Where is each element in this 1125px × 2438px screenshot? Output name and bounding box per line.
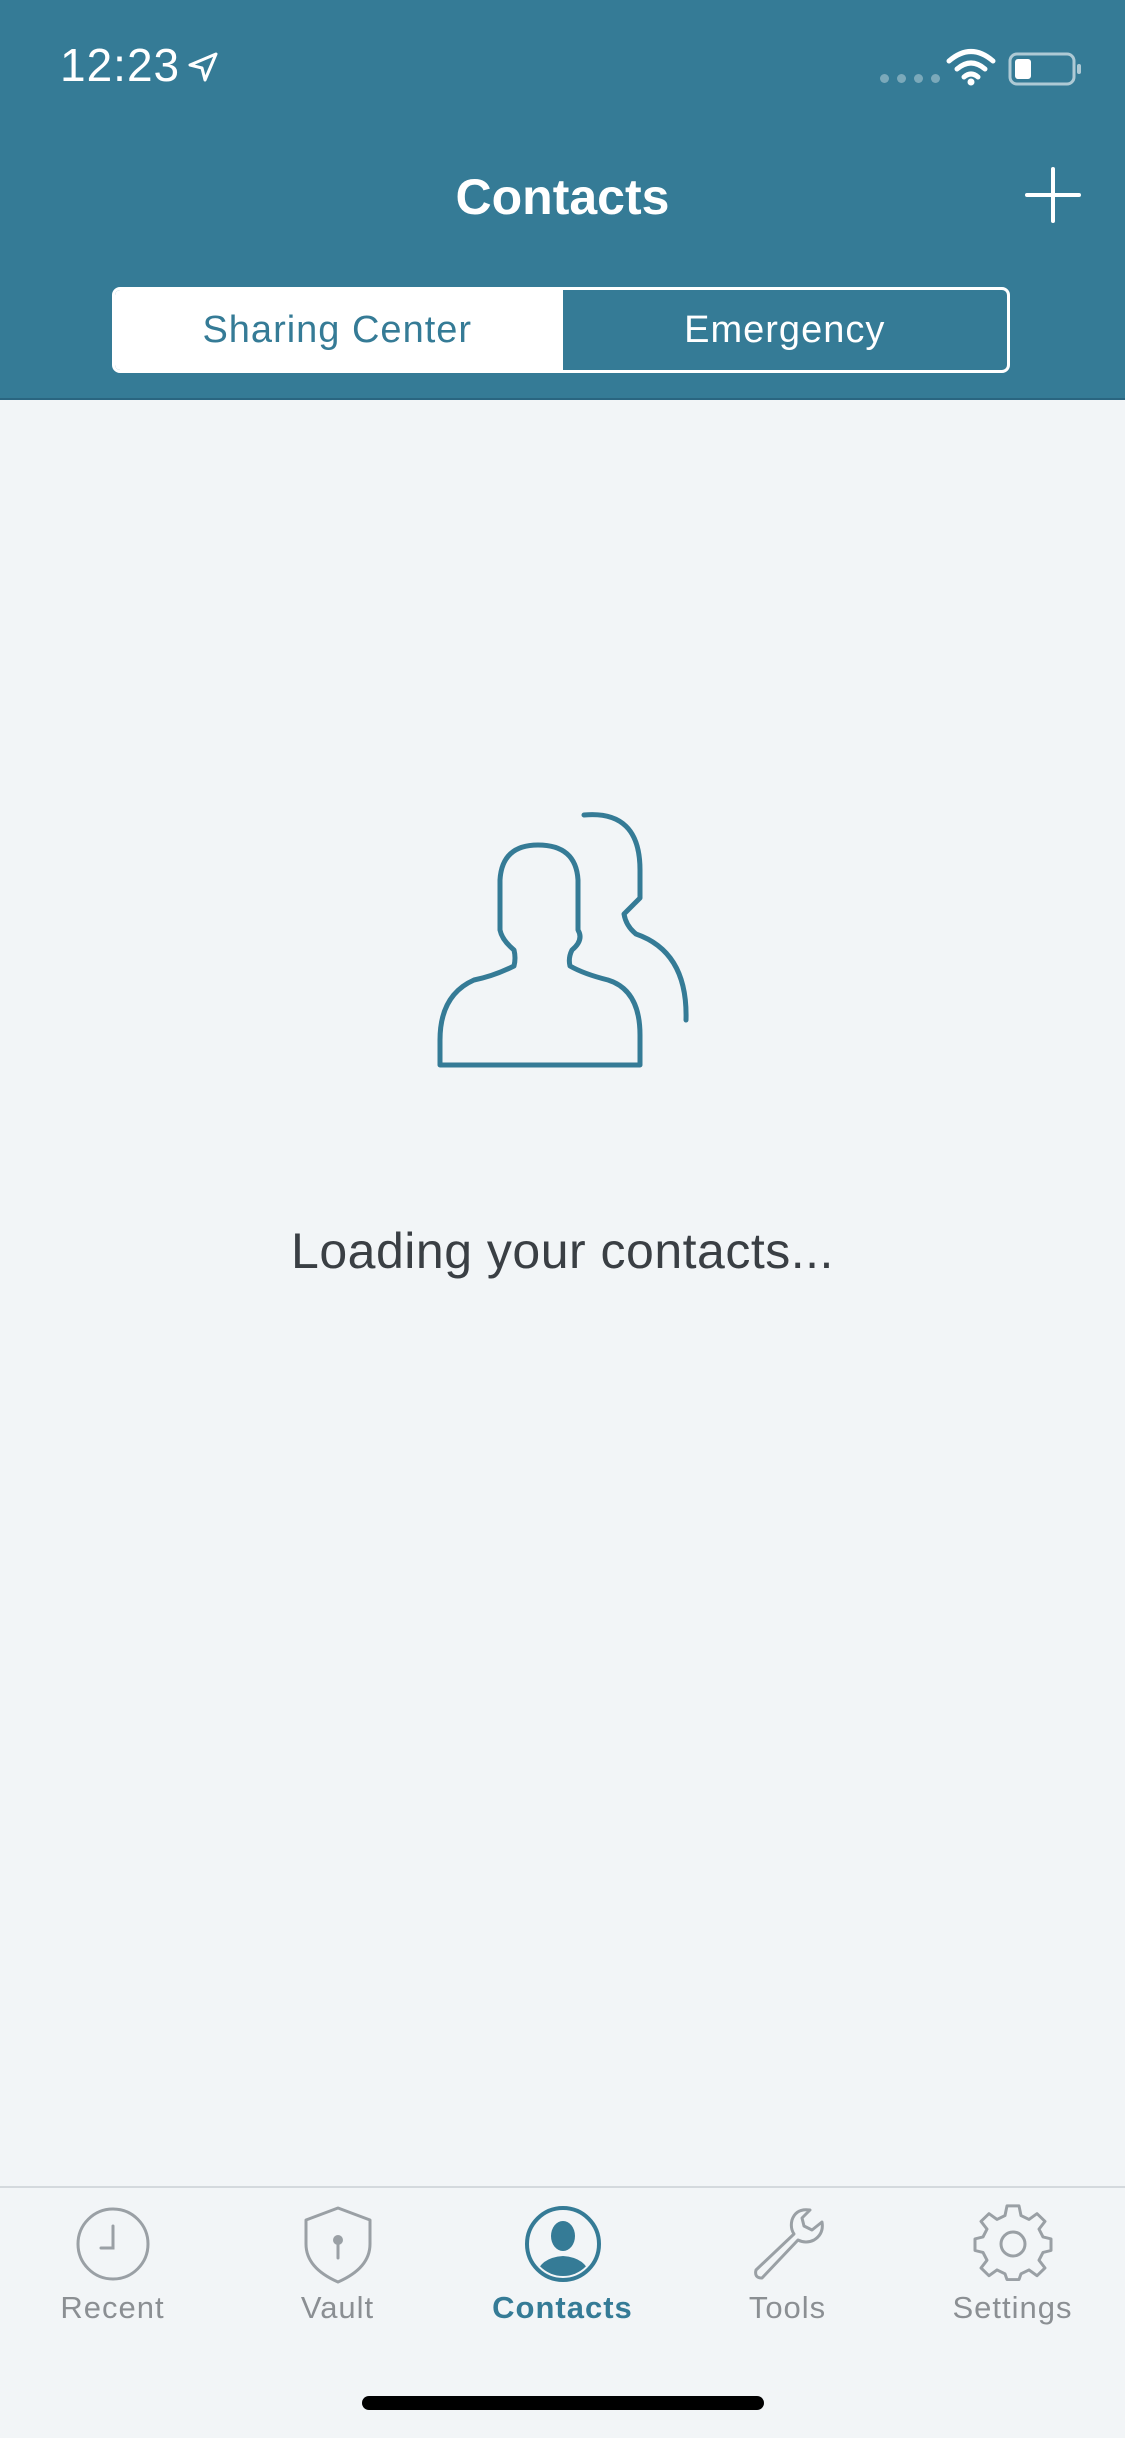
tab-label: Vault (300, 2290, 375, 2325)
location-arrow-icon (188, 52, 218, 82)
header: 12:23 Contacts Sharing Center Emergency (0, 0, 1125, 400)
tab-vault[interactable]: Vault (225, 2204, 450, 2354)
wrench-icon (753, 2208, 824, 2280)
status-time: 12:23 (60, 39, 181, 91)
segment-emergency[interactable]: Emergency (559, 290, 1008, 370)
tab-label: Contacts (492, 2290, 633, 2325)
contacts-illustration-icon (437, 812, 689, 1068)
tab-tools[interactable]: Tools (675, 2204, 900, 2354)
segmented-control: Sharing Center Emergency (112, 287, 1010, 373)
cellular-signal-icon (880, 74, 940, 83)
wifi-icon (946, 49, 996, 86)
tab-recent[interactable]: Recent (0, 2204, 225, 2354)
tab-contacts[interactable]: Contacts (450, 2204, 675, 2354)
add-contact-button[interactable] (1018, 160, 1088, 230)
clock-icon (76, 2207, 149, 2281)
battery-icon (1008, 52, 1081, 86)
tab-label: Tools (748, 2290, 827, 2325)
segment-sharing-center[interactable]: Sharing Center (115, 290, 560, 370)
home-indicator (362, 2396, 764, 2410)
gear-icon (973, 2204, 1052, 2282)
tab-label: Settings (952, 2290, 1073, 2325)
plus-icon (1025, 167, 1081, 223)
page-title: Contacts (455, 169, 670, 225)
contacts-icon (524, 2206, 601, 2282)
tab-settings[interactable]: Settings (900, 2204, 1125, 2354)
tab-label: Recent (60, 2290, 165, 2325)
loading-message: Loading your contacts... (291, 1223, 834, 1279)
shield-icon (304, 2206, 371, 2284)
